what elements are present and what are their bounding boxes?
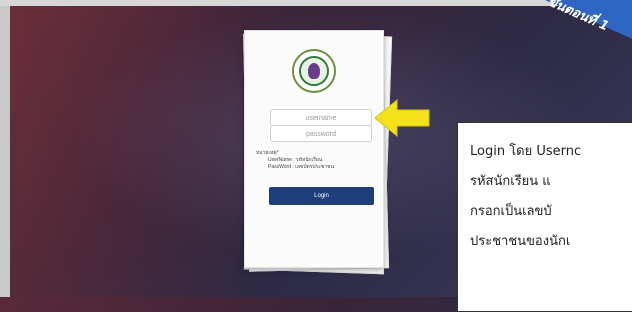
frame-top bbox=[0, 0, 632, 6]
note-username: UserName : รหัสนักเรียน bbox=[268, 157, 323, 163]
instruction-callout: Login โดย Usernc รหัสนักเรียน แ กรอกเป็น… bbox=[457, 122, 632, 312]
login-panel: username password หมายเหตุ* UserName : ร… bbox=[244, 30, 384, 268]
callout-line-3: กรอกเป็นเลขบั bbox=[470, 204, 552, 219]
password-input[interactable]: password bbox=[270, 125, 372, 142]
arrow-left-icon bbox=[374, 98, 430, 138]
logo-ring bbox=[299, 56, 329, 86]
callout-line-1: Login โดย Usernc bbox=[470, 144, 582, 159]
login-card: username password หมายเหตุ* UserName : ร… bbox=[242, 30, 393, 275]
logo-emblem bbox=[308, 63, 320, 79]
school-seal-logo bbox=[292, 49, 336, 93]
callout-line-2: รหัสนักเรียน แ bbox=[470, 174, 551, 189]
callout-line-4: ประชาชนของนักเ bbox=[470, 234, 571, 249]
frame-left bbox=[0, 0, 10, 297]
login-button[interactable]: Login bbox=[269, 187, 374, 205]
username-input[interactable]: username bbox=[270, 109, 372, 126]
note-heading: หมายเหตุ* bbox=[256, 150, 279, 156]
login-note: หมายเหตุ* UserName : รหัสนักเรียน PassWo… bbox=[256, 150, 334, 171]
note-password: PassWord : เลขบัตรประชาชน bbox=[268, 164, 334, 170]
